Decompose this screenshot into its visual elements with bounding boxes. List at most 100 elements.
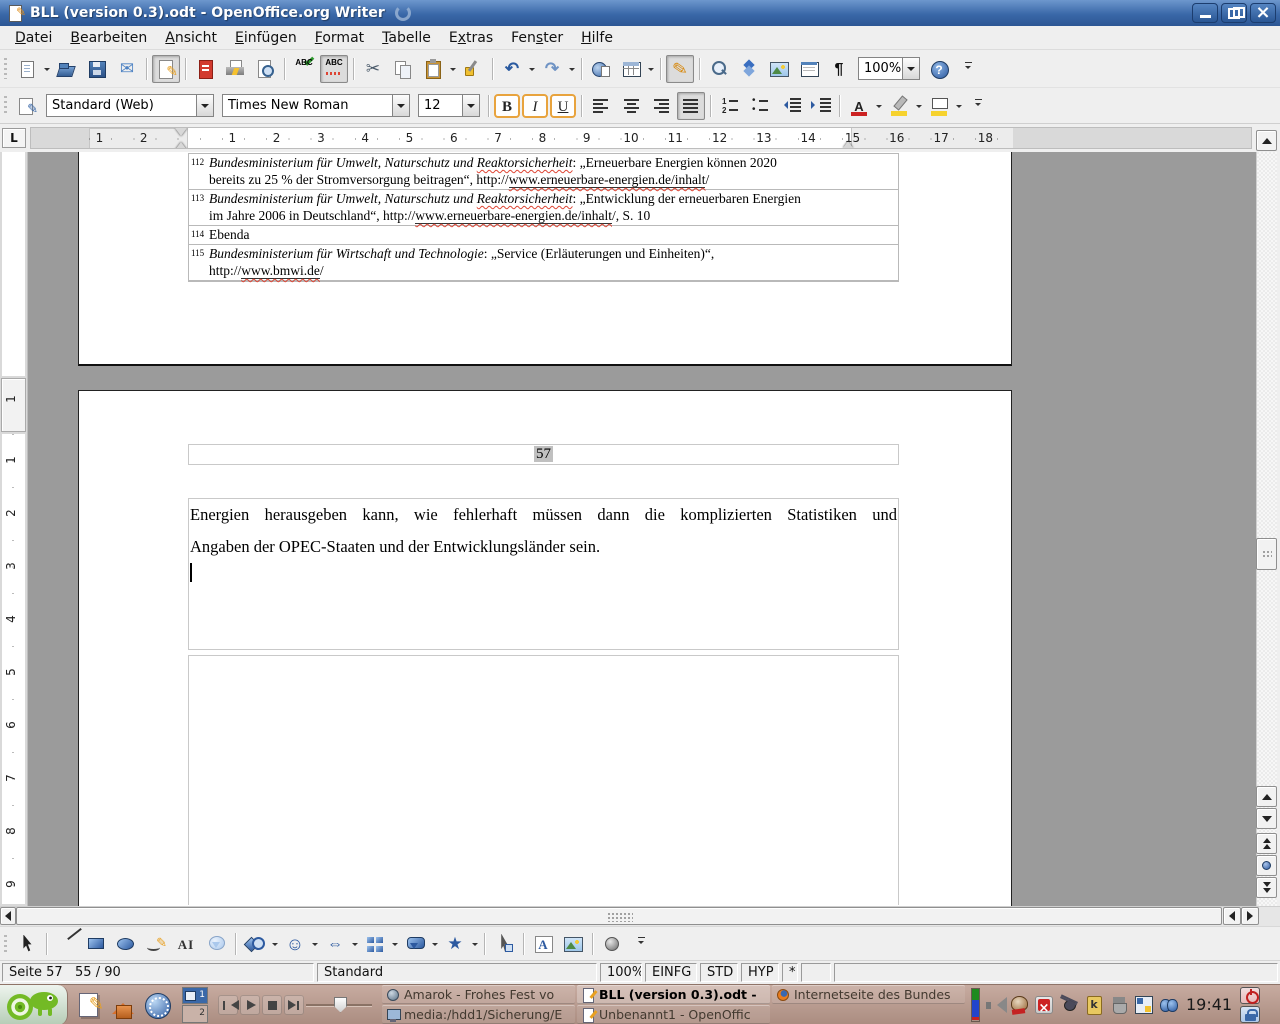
scroll-right-button[interactable] xyxy=(1241,907,1259,925)
flowchart-button[interactable] xyxy=(361,930,389,958)
select-button[interactable] xyxy=(13,930,41,958)
bold-button[interactable]: B xyxy=(494,94,520,118)
block-arrows-button-dropdown-icon[interactable] xyxy=(349,931,360,957)
writer-launcher-icon[interactable] xyxy=(74,990,104,1020)
logout-button[interactable] xyxy=(1240,987,1260,1004)
footnote-link[interactable]: www.erneuerbare-energien.de/inhalt xyxy=(415,208,612,224)
scroll-left-button[interactable] xyxy=(0,907,16,925)
decrease-indent-button[interactable] xyxy=(776,92,804,120)
callouts-button-dropdown-icon[interactable] xyxy=(429,931,440,957)
paragraph-style-combo-value[interactable]: Standard (Web) xyxy=(47,98,196,113)
power-tray-icon[interactable] xyxy=(1108,994,1130,1016)
horizontal-scrollbar-thumb[interactable] xyxy=(16,907,1222,925)
block-arrows-button[interactable]: ⇔ xyxy=(321,930,349,958)
network-tray-icon[interactable] xyxy=(1158,994,1180,1016)
toolbar-overflow-button[interactable] xyxy=(628,930,656,958)
footnote-link[interactable]: www.bmwi.de xyxy=(241,263,320,279)
footnote-link[interactable]: www.erneuerbare-energien.de/inhalt xyxy=(509,172,706,188)
error-tray-icon[interactable] xyxy=(1033,994,1055,1016)
background-color-button-dropdown-icon[interactable] xyxy=(953,93,964,119)
edit-points-button[interactable] xyxy=(490,930,518,958)
body-text-frame[interactable]: Energien herausgeben kann, wie fehlerhaf… xyxy=(188,498,899,650)
numbered-list-button[interactable] xyxy=(716,92,744,120)
undo-button[interactable]: ↶ xyxy=(498,55,526,83)
find-replace-button[interactable] xyxy=(705,55,733,83)
next-page-button[interactable] xyxy=(1256,877,1277,898)
highlighting-button-dropdown-icon[interactable] xyxy=(913,93,924,119)
modified-field[interactable]: * xyxy=(782,963,798,982)
font-name-combo-dropdown-icon[interactable] xyxy=(392,95,409,116)
undo-button-dropdown-icon[interactable] xyxy=(526,56,537,82)
background-color-button[interactable] xyxy=(925,92,953,120)
taskbar-task[interactable]: BLL (version 0.3).odt - xyxy=(577,985,770,1004)
gallery-button[interactable] xyxy=(765,55,793,83)
insert-mode-field[interactable]: EINFG xyxy=(645,963,697,982)
align-center-button[interactable] xyxy=(617,92,645,120)
align-left-button[interactable] xyxy=(587,92,615,120)
navigation-dot-button[interactable] xyxy=(1256,855,1277,876)
menu-ansicht[interactable]: Ansicht xyxy=(156,28,226,48)
vertical-scrollbar-thumb[interactable] xyxy=(1256,538,1277,570)
font-size-combo-dropdown-icon[interactable] xyxy=(462,95,479,116)
font-name-combo[interactable]: Times New Roman xyxy=(222,94,410,117)
media-previous-button[interactable] xyxy=(218,995,238,1015)
signature-field[interactable] xyxy=(801,963,831,982)
callouts-button[interactable] xyxy=(401,930,429,958)
desktop-2-button[interactable]: 2 xyxy=(182,1005,208,1023)
page-number-field[interactable]: 57 xyxy=(534,446,553,462)
system-load-meter-icon[interactable] xyxy=(971,988,980,1022)
underline-button[interactable]: U xyxy=(550,94,576,118)
organizer-tray-icon[interactable] xyxy=(1133,994,1155,1016)
menu-bearbeiten[interactable]: Bearbeiten xyxy=(61,28,156,48)
media-play-button[interactable] xyxy=(240,995,260,1015)
scroll-down-button[interactable] xyxy=(1256,808,1277,829)
toolbar-overflow-button[interactable] xyxy=(965,92,993,120)
menu-einfgen[interactable]: Einfügen xyxy=(226,28,306,48)
tab-stop-selector[interactable]: L xyxy=(2,128,26,148)
insert-table-button[interactable] xyxy=(617,55,645,83)
selection-mode-field[interactable]: STD xyxy=(700,963,738,982)
menu-tabelle[interactable]: Tabelle xyxy=(373,28,440,48)
font-size-combo[interactable]: 12 xyxy=(418,94,480,117)
close-button[interactable] xyxy=(1250,3,1276,23)
italic-button[interactable]: I xyxy=(522,94,548,118)
zoom-combo[interactable]: 100% xyxy=(858,57,920,80)
font-name-combo-value[interactable]: Times New Roman xyxy=(223,98,392,113)
auto-spellcheck-button[interactable]: ABC xyxy=(320,55,348,83)
info-field[interactable] xyxy=(834,963,1278,982)
navigator-button[interactable] xyxy=(735,55,763,83)
help-button[interactable]: ? xyxy=(925,55,953,83)
line-button[interactable] xyxy=(52,930,80,958)
paragraph-style-combo[interactable]: Standard (Web) xyxy=(46,94,214,117)
footnote-113[interactable]: 113Bundesministerium für Umwelt, Natursc… xyxy=(189,190,898,226)
bullet-list-button[interactable] xyxy=(746,92,774,120)
footnote-112[interactable]: 112Bundesministerium für Umwelt, Natursc… xyxy=(189,154,898,190)
text-box-button[interactable]: AI xyxy=(172,930,200,958)
extrusion-button[interactable] xyxy=(598,930,626,958)
start-menu-button[interactable] xyxy=(0,985,68,1024)
previous-page-button[interactable] xyxy=(1256,833,1277,854)
basic-shapes-button-dropdown-icon[interactable] xyxy=(269,931,280,957)
taskbar-task[interactable]: Unbenannt1 - OpenOffic xyxy=(577,1005,770,1024)
menu-format[interactable]: Format xyxy=(306,28,373,48)
taskbar-task[interactable]: Internetseite des Bundes xyxy=(772,985,965,1004)
stars-button[interactable]: ★ xyxy=(441,930,469,958)
flowchart-button-dropdown-icon[interactable] xyxy=(389,931,400,957)
increase-indent-button[interactable] xyxy=(806,92,834,120)
footnote-115[interactable]: 115Bundesministerium für Wirtschaft und … xyxy=(189,245,898,281)
export-pdf-button[interactable] xyxy=(191,55,219,83)
stars-button-dropdown-icon[interactable] xyxy=(469,931,480,957)
scroll-up-button[interactable] xyxy=(1256,130,1277,151)
from-file-button[interactable] xyxy=(559,930,587,958)
cut-button[interactable]: ✂ xyxy=(359,55,387,83)
menu-extras[interactable]: Extras xyxy=(440,28,502,48)
page-56[interactable]: 112Bundesministerium für Umwelt, Natursc… xyxy=(78,152,1012,366)
kget-tray-icon[interactable] xyxy=(1058,994,1080,1016)
zoom-field[interactable]: 100% xyxy=(600,963,642,982)
menu-hilfe[interactable]: Hilfe xyxy=(572,28,622,48)
justify-button[interactable] xyxy=(677,92,705,120)
taskbar-task[interactable]: media:/hdd1/Sicherung/E xyxy=(382,1005,575,1024)
font-color-button[interactable]: A xyxy=(845,92,873,120)
page-style-field[interactable]: Standard xyxy=(317,963,597,982)
taskbar-task[interactable]: Amarok - Frohes Fest vo xyxy=(382,985,575,1004)
